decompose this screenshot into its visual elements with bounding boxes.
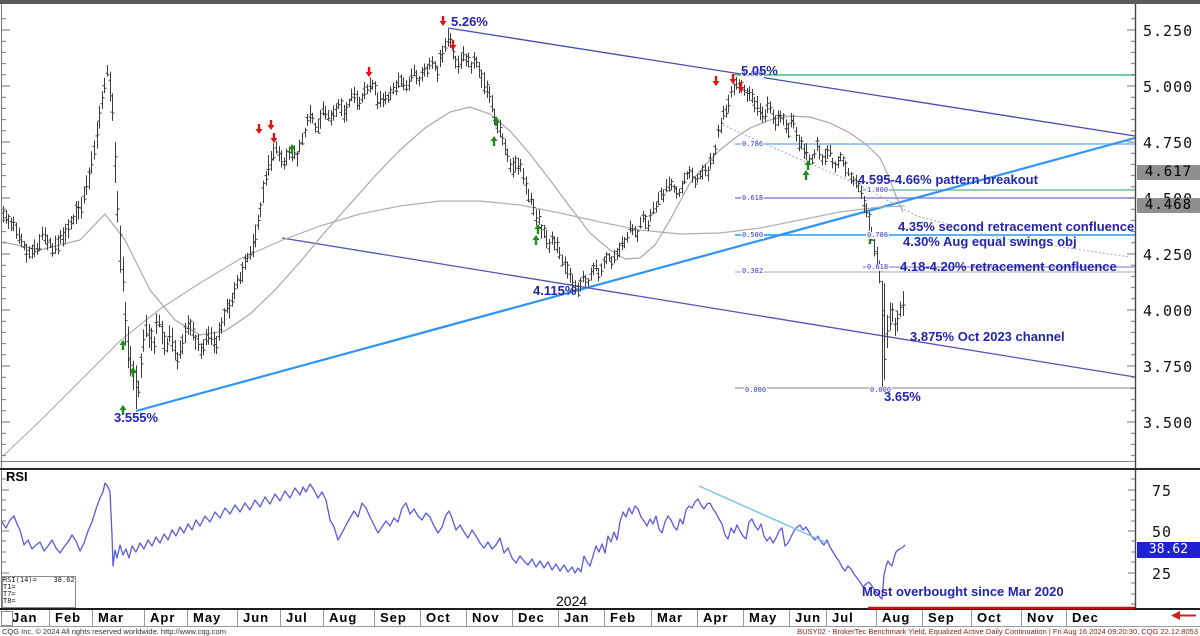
time-axis-month-separator: [604, 610, 605, 626]
time-axis-month-label: Feb: [55, 610, 81, 625]
time-axis-month-label: Nov: [1027, 610, 1055, 625]
time-axis-month-label: May: [193, 610, 221, 625]
fib-level-label: 0.786: [741, 141, 764, 148]
price-alert-badge: 4.468: [1137, 198, 1200, 213]
price-axis-label: 4.250: [1143, 246, 1197, 264]
chart-annotation: 5.05%: [741, 63, 778, 78]
time-axis-month-separator: [466, 610, 467, 626]
time-axis-month-separator: [1066, 610, 1067, 626]
fib-level-label: 1.000: [866, 187, 889, 194]
time-axis-month-label: Nov: [472, 610, 500, 625]
chart-annotation: 4.35% second retracement confluence: [898, 219, 1134, 234]
time-axis-month-label: Jun: [243, 610, 269, 625]
chart-annotation: 4.595-4.66% pattern breakout: [858, 172, 1038, 187]
time-axis-month-separator: [512, 610, 513, 626]
fib-level-label: 0.618: [866, 264, 889, 271]
time-axis-month-separator: [374, 610, 375, 626]
time-axis-month-separator: [971, 610, 972, 626]
chart-annotation: 5.26%: [451, 14, 488, 29]
time-axis-month-separator: [187, 610, 188, 626]
chart-canvas[interactable]: [0, 0, 1200, 636]
price-axis-label: 4.750: [1143, 134, 1197, 152]
time-axis-month-label: Apr: [703, 610, 728, 625]
status-bar: CQG Inc. © 2024 All rights reserved worl…: [0, 627, 1200, 636]
chart-annotation: 3.875% Oct 2023 channel: [910, 329, 1065, 344]
price-axis-label: 5.000: [1143, 78, 1197, 96]
time-axis-month-separator: [651, 610, 652, 626]
time-axis-month-separator: [922, 610, 923, 626]
status-copyright: CQG Inc. © 2024 All rights reserved worl…: [2, 627, 226, 636]
time-axis-month-separator: [1021, 610, 1022, 626]
fib-level-label: 0.786: [866, 232, 889, 239]
time-axis-month-separator: [237, 610, 238, 626]
time-axis-month-separator: [789, 610, 790, 626]
rsi-last-value-badge: 38.62: [1137, 542, 1200, 558]
time-axis-month-separator: [49, 610, 50, 626]
time-axis-month-label: Sep: [928, 610, 955, 625]
time-axis-month-label: Jan: [564, 610, 589, 625]
status-symbol-info: BUSY02 - BrokerTec Benchmark Yield, Equa…: [797, 627, 1198, 636]
rsi-axis-label: 50: [1152, 523, 1172, 541]
time-axis-month-separator: [826, 610, 827, 626]
time-axis-month-label: May: [749, 610, 777, 625]
time-axis-month-label: Oct: [426, 610, 451, 625]
fib-level-label: 0.000: [744, 387, 767, 394]
price-axis-label: 4.000: [1143, 302, 1197, 320]
time-axis-month-label: Mar: [98, 610, 124, 625]
time-axis-month-separator: [323, 610, 324, 626]
time-axis-month-separator: [420, 610, 421, 626]
time-axis-month-label: Jan: [12, 610, 37, 625]
time-axis-month-separator: [144, 610, 145, 626]
chart-annotation: 4.18-4.20% retracement confluence: [900, 259, 1117, 274]
rsi-panel-title: RSI: [6, 469, 28, 484]
time-axis-month-label: Mar: [657, 610, 683, 625]
time-axis-month-separator: [876, 610, 877, 626]
price-axis-label: 3.750: [1143, 358, 1197, 376]
chart-annotation: 3.65%: [884, 389, 921, 404]
fib-level-label: 0.382: [741, 268, 764, 275]
time-axis-month-label: Apr: [150, 610, 175, 625]
chart-annotation: 4.30% Aug equal swings obj: [903, 234, 1077, 249]
time-axis-month-label: Jul: [832, 610, 854, 625]
chart-annotation: 4.115%: [533, 283, 576, 298]
cqg-chart-window: 5.26% 5.05% 4.595-4.66% pattern breakout 4.…: [0, 0, 1200, 636]
time-axis-month-label: Jul: [286, 610, 308, 625]
time-axis-month-label: Aug: [329, 610, 357, 625]
fib-level-label: 0.618: [741, 195, 764, 202]
price-axis-label: 5.250: [1143, 22, 1197, 40]
time-axis-month-separator: [697, 610, 698, 626]
time-axis-month-separator: [92, 610, 93, 626]
time-axis-month-label: Sep: [380, 610, 407, 625]
time-axis-month-label: Oct: [977, 610, 1002, 625]
rsi-axis-label: 25: [1152, 565, 1172, 583]
time-axis-month-label: Aug: [882, 610, 910, 625]
chart-annotation: Most overbought since Mar 2020: [862, 584, 1064, 599]
time-axis-month-label: Dec: [1072, 610, 1099, 625]
time-axis-month-separator: [558, 610, 559, 626]
price-alert-badge: 4.617: [1137, 165, 1200, 180]
fib-level-label: 0.500: [741, 232, 764, 239]
price-axis-label: 3.500: [1143, 414, 1197, 432]
rsi-legend-box: RSI(14)= 38.62 T1= T7= T8=: [2, 576, 76, 608]
time-axis-year-label: 2024: [556, 593, 587, 609]
time-axis-month-label: Dec: [518, 610, 545, 625]
time-axis-month-separator: [743, 610, 744, 626]
time-axis-month-label: Jun: [795, 610, 821, 625]
rsi-legend-line: T8=: [3, 598, 75, 605]
time-axis-month-label: Feb: [610, 610, 636, 625]
time-axis-month-separator: [280, 610, 281, 626]
time-axis-checkbox[interactable]: [1, 611, 13, 626]
rsi-axis-label: 75: [1152, 482, 1172, 500]
chart-annotation: 3.555%: [114, 410, 158, 425]
